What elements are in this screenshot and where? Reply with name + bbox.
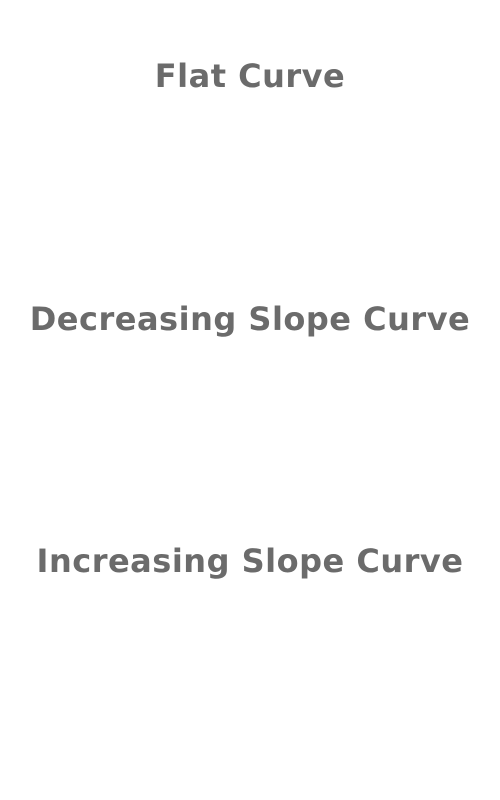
- flat-curve-heading: Flat Curve: [154, 57, 346, 95]
- decreasing-slope-curve-heading: Decreasing Slope Curve: [29, 300, 471, 338]
- increasing-slope-curve-heading: Increasing Slope Curve: [36, 542, 464, 580]
